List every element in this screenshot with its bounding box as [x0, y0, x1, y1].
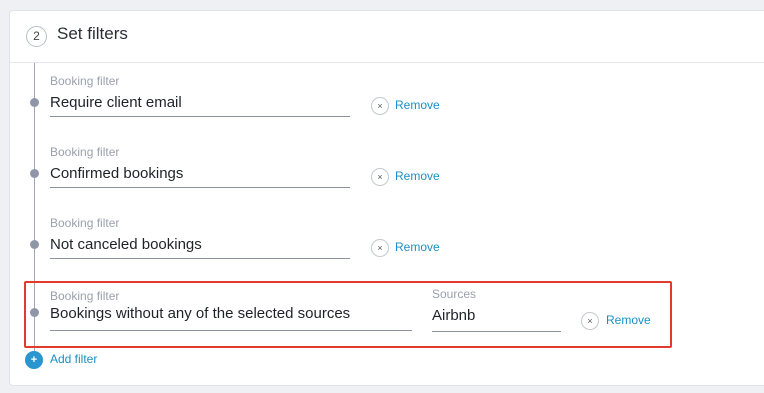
- timeline-dot: [30, 240, 39, 249]
- set-filters-card: 2 Set filters Booking filter Require cli…: [9, 10, 764, 386]
- sources-label: Sources: [432, 287, 477, 301]
- add-filter-icon[interactable]: +: [25, 351, 43, 369]
- filter-select-underline: [50, 258, 350, 259]
- remove-icon[interactable]: ×: [371, 97, 389, 115]
- add-filter-button[interactable]: Add filter: [50, 352, 97, 366]
- step-header: 2 Set filters: [10, 11, 764, 63]
- filter-select-underline: [50, 330, 412, 331]
- filter-type-label: Booking filter: [50, 145, 120, 159]
- filter-type-label: Booking filter: [50, 74, 120, 88]
- sources-select[interactable]: Airbnb: [432, 307, 475, 324]
- remove-button[interactable]: Remove: [395, 98, 440, 112]
- remove-icon[interactable]: ×: [371, 239, 389, 257]
- remove-button[interactable]: Remove: [395, 240, 440, 254]
- filter-select-underline: [50, 187, 350, 188]
- sources-select-underline: [432, 331, 561, 332]
- filter-select[interactable]: Require client email: [50, 94, 182, 111]
- remove-icon[interactable]: ×: [371, 168, 389, 186]
- remove-button[interactable]: Remove: [606, 313, 651, 327]
- filter-select[interactable]: Bookings without any of the selected sou…: [50, 305, 350, 322]
- filter-select[interactable]: Not canceled bookings: [50, 236, 202, 253]
- timeline-dot: [30, 308, 39, 317]
- filter-type-label: Booking filter: [50, 289, 120, 303]
- step-number-badge: 2: [26, 26, 47, 47]
- filter-select[interactable]: Confirmed bookings: [50, 165, 183, 182]
- filter-type-label: Booking filter: [50, 216, 120, 230]
- timeline-dot: [30, 98, 39, 107]
- step-title: Set filters: [57, 24, 128, 43]
- remove-icon[interactable]: ×: [581, 312, 599, 330]
- remove-button[interactable]: Remove: [395, 169, 440, 183]
- filter-select-underline: [50, 116, 350, 117]
- timeline-dot: [30, 169, 39, 178]
